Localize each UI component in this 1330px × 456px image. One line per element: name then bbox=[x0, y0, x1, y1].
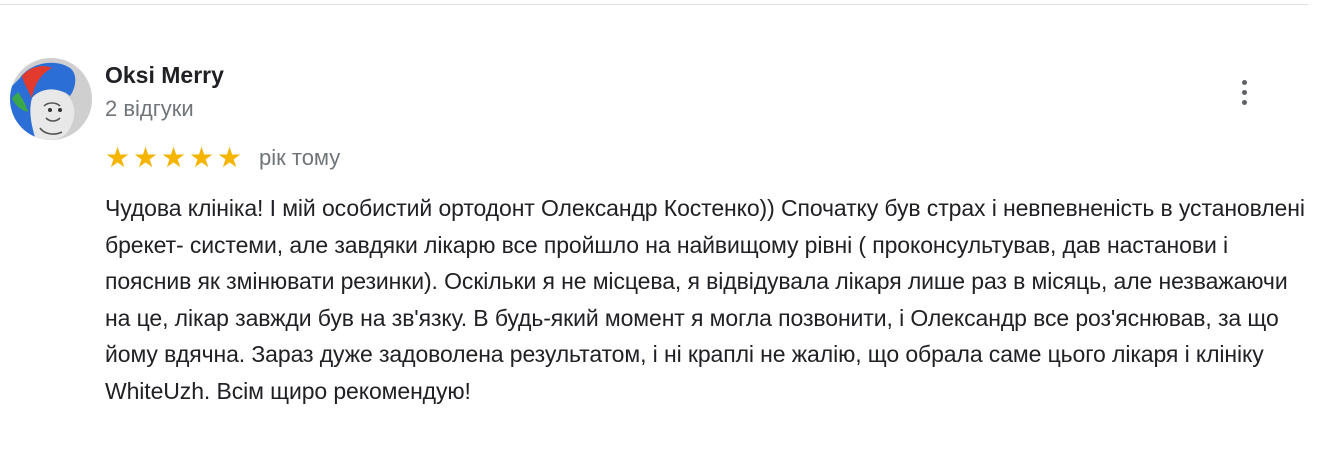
review-card: Oksi Merry 2 відгуки ★ ★ ★ ★ ★ рік тому … bbox=[0, 0, 1330, 456]
star-icon: ★ bbox=[216, 142, 243, 173]
more-dot bbox=[1241, 99, 1247, 105]
more-dot bbox=[1241, 79, 1247, 85]
avatar[interactable] bbox=[10, 58, 92, 140]
review-text: Чудова клініка! І мій особистий ортодонт… bbox=[105, 195, 1305, 404]
reviewer-name[interactable]: Oksi Merry bbox=[105, 62, 224, 89]
more-dot bbox=[1241, 89, 1247, 95]
star-icon: ★ bbox=[132, 142, 159, 173]
review-count: 2 відгуки bbox=[105, 96, 194, 121]
star-rating: ★ ★ ★ ★ ★ bbox=[104, 144, 243, 172]
more-vert-icon[interactable] bbox=[1226, 72, 1262, 112]
star-icon: ★ bbox=[104, 142, 131, 173]
star-icon: ★ bbox=[188, 142, 215, 173]
star-icon: ★ bbox=[160, 142, 187, 173]
top-divider bbox=[0, 4, 1308, 5]
rating-row: ★ ★ ★ ★ ★ рік тому bbox=[104, 142, 340, 174]
avatar-image bbox=[10, 58, 92, 140]
review-time: рік тому bbox=[259, 145, 341, 170]
